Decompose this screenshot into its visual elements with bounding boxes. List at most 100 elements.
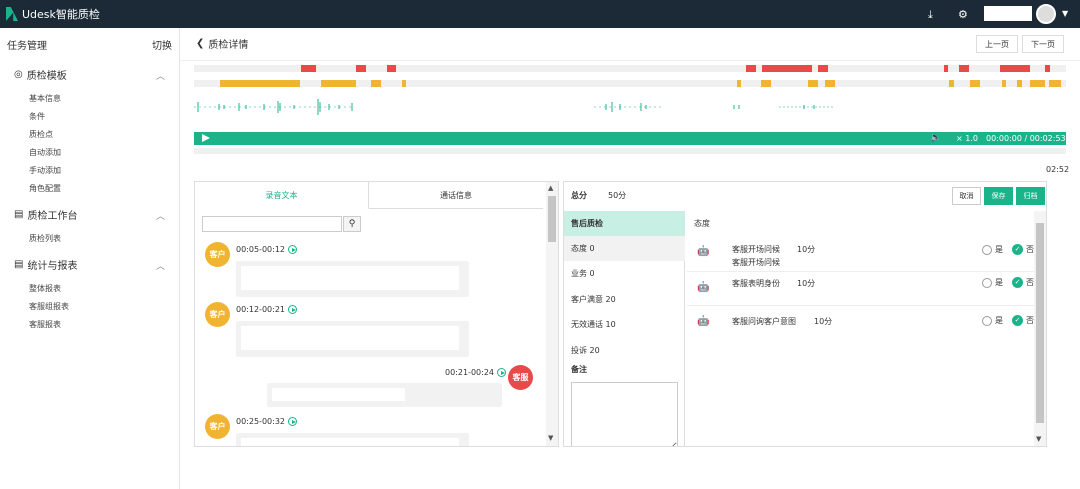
red-segment[interactable] (959, 65, 969, 72)
play-circle-icon[interactable] (288, 417, 297, 426)
progress-track[interactable] (194, 148, 1066, 154)
red-segment[interactable] (1000, 65, 1030, 72)
yellow-segment[interactable] (1030, 80, 1045, 87)
chevron-up-icon[interactable]: ︿ (156, 209, 165, 222)
yellow-segment[interactable] (402, 80, 406, 87)
sidebar-item-basic-info[interactable]: 基本信息 (29, 93, 61, 104)
waveform[interactable] (194, 92, 1066, 122)
playback-speed[interactable]: × 1.0 (956, 134, 978, 143)
sidebar-item-manual-add[interactable]: 手动添加 (29, 165, 61, 176)
option-yes[interactable]: 是 (982, 315, 1003, 326)
section-title: 态度 (694, 219, 710, 228)
scrollbar[interactable]: ▲ ▼ (546, 182, 558, 446)
option-no[interactable]: ✓ 否 (1012, 277, 1034, 288)
download-icon[interactable]: ⤓ (928, 8, 933, 22)
search-input[interactable] (202, 216, 342, 232)
yellow-segment[interactable] (321, 80, 356, 87)
volume-icon[interactable]: 🔈 (930, 133, 941, 143)
message-time: 00:05-00:12 (236, 245, 297, 254)
option-no[interactable]: ✓ 否 (1012, 244, 1034, 255)
red-segment[interactable] (746, 65, 756, 72)
app-logo[interactable]: Udesk智能质检 (6, 6, 100, 22)
category-business[interactable]: 业务 0 (564, 261, 685, 286)
radio-icon (982, 244, 992, 255)
radio-icon (982, 315, 992, 326)
chevron-up-icon[interactable]: ︿ (156, 69, 165, 82)
option-yes[interactable]: 是 (982, 244, 1003, 255)
time-text: 00:12-00:21 (236, 305, 285, 314)
cancel-button[interactable]: 取消 (952, 187, 981, 205)
archive-button[interactable]: 归档 (1016, 187, 1045, 205)
save-button[interactable]: 保存 (984, 187, 1013, 205)
tab-call-info[interactable]: 通话信息 (369, 182, 543, 209)
option-no[interactable]: ✓ 否 (1012, 315, 1034, 326)
play-icon[interactable] (202, 134, 210, 142)
sidebar-group-workbench[interactable]: ▤ 质检工作台 (14, 207, 77, 222)
yellow-segment[interactable] (1002, 80, 1006, 87)
scroll-down-icon[interactable]: ▼ (1036, 435, 1041, 443)
red-track[interactable] (194, 65, 1066, 72)
check-icon: ✓ (1012, 277, 1023, 288)
red-segment[interactable] (944, 65, 948, 72)
play-circle-icon[interactable] (288, 305, 297, 314)
red-segment[interactable] (356, 65, 366, 72)
play-circle-icon[interactable] (497, 368, 506, 377)
scrollbar[interactable]: ▼ (1034, 211, 1046, 446)
scroll-thumb[interactable] (1036, 223, 1044, 423)
sidebar-item-agent-report[interactable]: 客服报表 (29, 319, 61, 330)
yellow-segment[interactable] (761, 80, 771, 87)
sidebar-item-check-list[interactable]: 质检列表 (29, 233, 61, 244)
scroll-down-icon[interactable]: ▼ (548, 434, 553, 442)
yellow-segment[interactable] (825, 80, 835, 87)
sidebar-group-template[interactable]: ◎ 质检模板 (14, 67, 67, 82)
sidebar-group-label: 质检工作台 (27, 211, 78, 222)
sidebar-item-role-config[interactable]: 角色配置 (29, 183, 61, 194)
yellow-segment[interactable] (970, 80, 980, 87)
red-segment[interactable] (762, 65, 812, 72)
template-icon: ◎ (14, 69, 23, 80)
category-after-sales[interactable]: 售后质检 (564, 211, 685, 236)
yellow-track[interactable] (194, 80, 1066, 87)
sidebar-item-check-points[interactable]: 质检点 (29, 129, 53, 140)
yellow-segment[interactable] (371, 80, 381, 87)
back-link[interactable]: ❮ 质检详情 (196, 36, 248, 51)
yellow-segment[interactable] (220, 80, 300, 87)
chevron-up-icon[interactable]: ︿ (156, 259, 165, 272)
sidebar-group-reports[interactable]: ▤ 统计与报表 (14, 257, 77, 272)
red-segment[interactable] (387, 65, 396, 72)
gear-icon[interactable]: ⚙ (958, 8, 968, 21)
red-segment[interactable] (301, 65, 316, 72)
yellow-segment[interactable] (808, 80, 818, 87)
category-satisfaction[interactable]: 客户满意 20 (564, 287, 685, 312)
red-segment[interactable] (1045, 65, 1050, 72)
category-invalid-call[interactable]: 无效通话 10 (564, 312, 685, 337)
option-yes[interactable]: 是 (982, 277, 1003, 288)
tab-transcript[interactable]: 录音文本 (195, 182, 369, 209)
chevron-down-icon[interactable]: ▼ (1062, 9, 1068, 18)
yellow-segment[interactable] (1049, 80, 1061, 87)
category-attitude[interactable]: 态度 0 (564, 236, 685, 261)
remark-textarea[interactable] (571, 382, 678, 446)
message-time: 00:12-00:21 (236, 305, 297, 314)
search-icon[interactable]: ⚲ (343, 216, 361, 232)
next-page-button[interactable]: 下一页 (1022, 35, 1064, 53)
scroll-up-icon[interactable]: ▲ (548, 184, 553, 192)
prev-page-button[interactable]: 上一页 (976, 35, 1018, 53)
play-circle-icon[interactable] (288, 245, 297, 254)
scroll-thumb[interactable] (548, 196, 556, 242)
username-box[interactable] (984, 6, 1032, 21)
switch-link[interactable]: 切换 (152, 37, 172, 52)
customer-badge: 客户 (205, 302, 230, 327)
sidebar-item-auto-add[interactable]: 自动添加 (29, 147, 61, 158)
sidebar-item-conditions[interactable]: 条件 (29, 111, 45, 122)
robot-icon: 🤖 (697, 246, 710, 257)
total-label: 总分 (571, 191, 587, 200)
avatar[interactable] (1036, 4, 1056, 24)
yellow-segment[interactable] (737, 80, 741, 87)
sidebar-item-group-report[interactable]: 客服组报表 (29, 301, 69, 312)
message-time: 00:25-00:32 (236, 417, 297, 426)
sidebar-item-overall-report[interactable]: 整体报表 (29, 283, 61, 294)
yellow-segment[interactable] (1017, 80, 1022, 87)
red-segment[interactable] (818, 65, 828, 72)
yellow-segment[interactable] (949, 80, 954, 87)
